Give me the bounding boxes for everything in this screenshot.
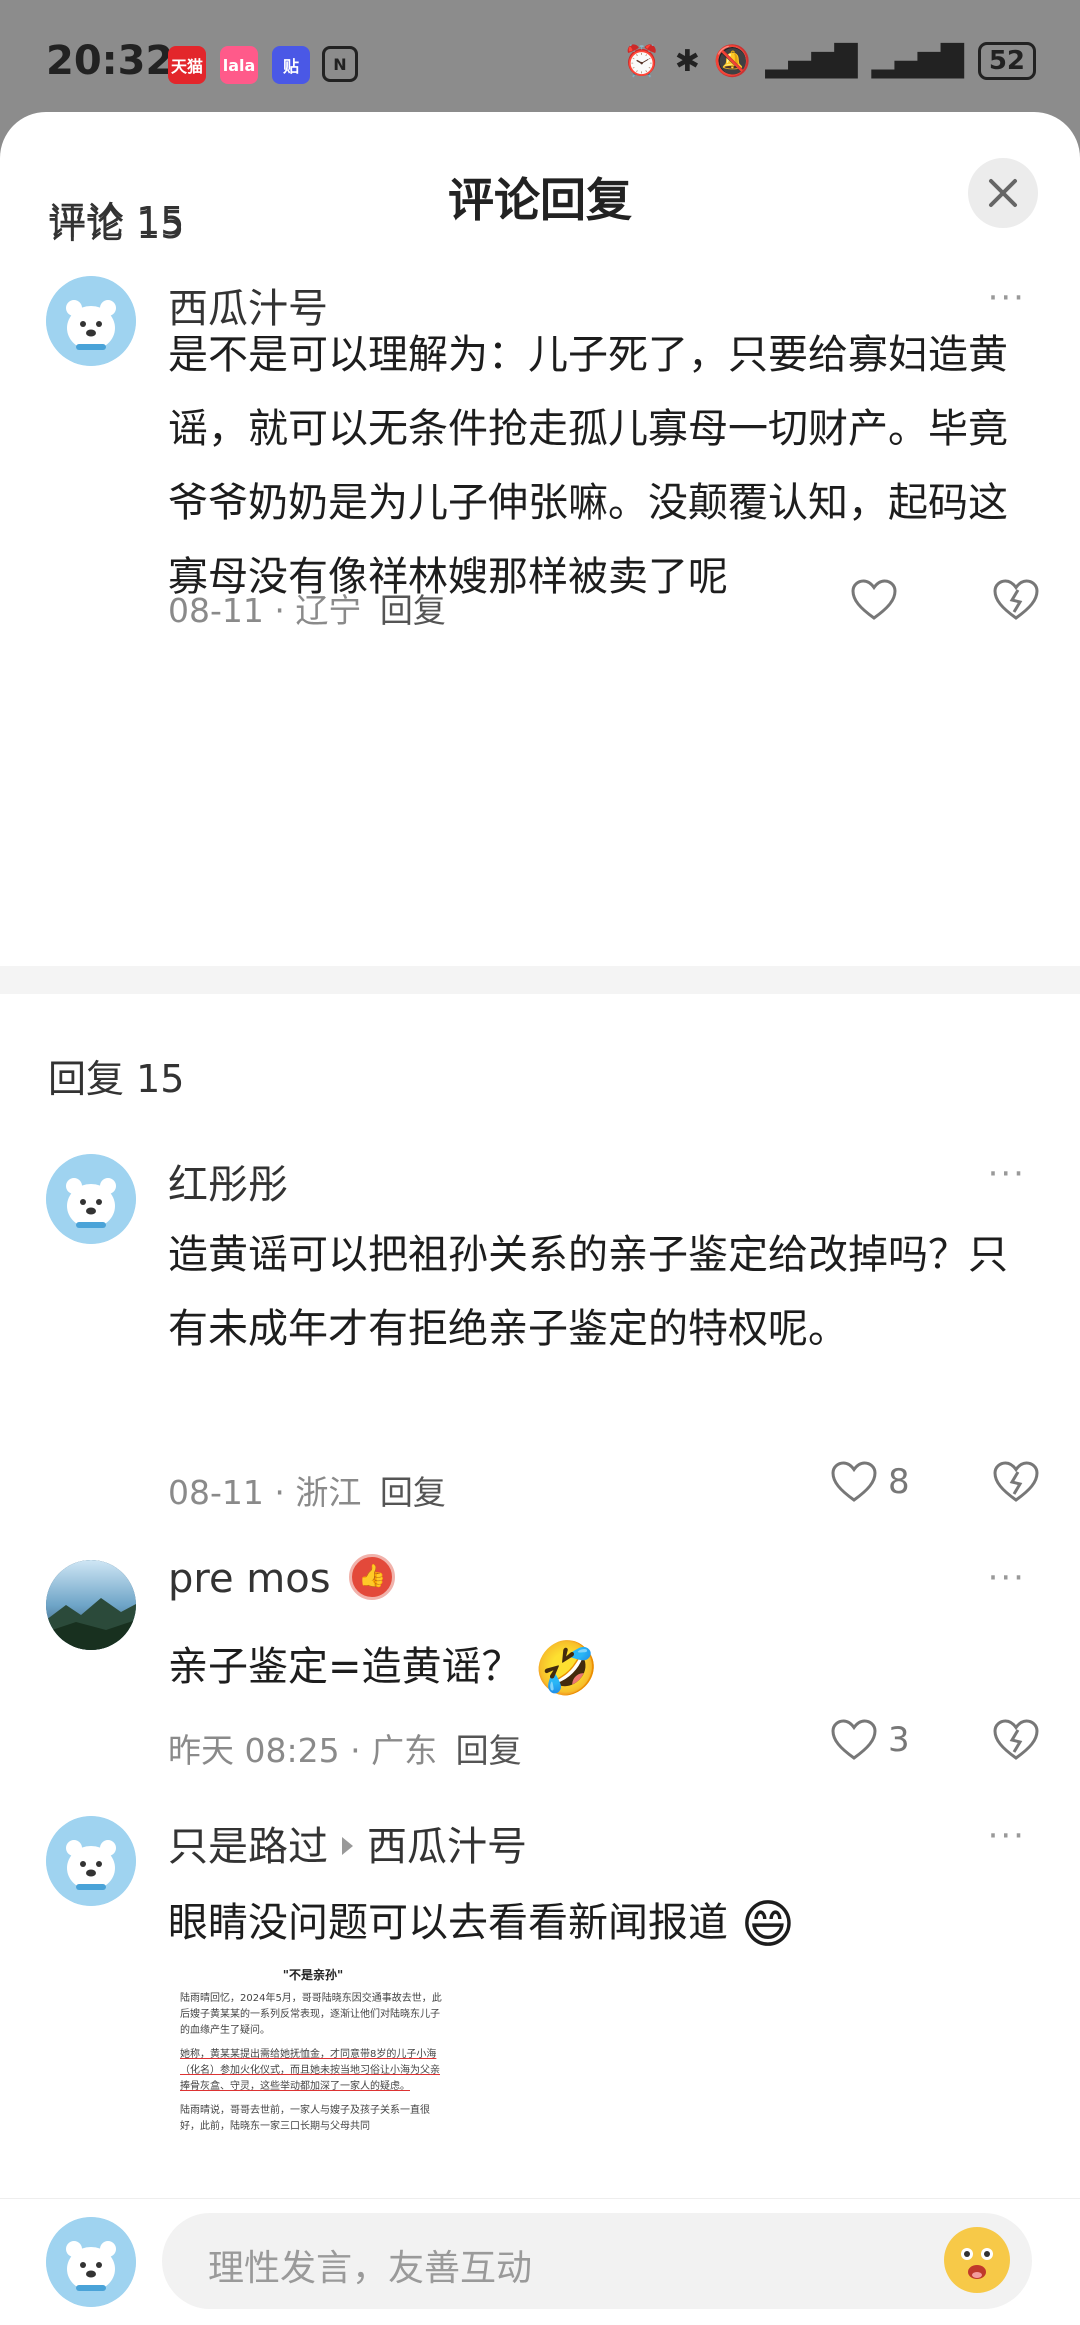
avatar[interactable] <box>46 1560 136 1650</box>
status-bar: 20:32 天猫 lala 贴 N ⏰ ✱ 🔕 ▂▄▆█ ▂▄▆█ 52 <box>0 0 1080 120</box>
avatar[interactable] <box>46 1816 136 1906</box>
polar-bear-avatar-icon <box>46 276 136 366</box>
heart-icon <box>851 579 897 620</box>
comment-date: 08-11 <box>168 591 264 630</box>
more-options-icon[interactable]: ··· <box>988 1154 1026 1194</box>
section-divider <box>0 966 1080 994</box>
article-paragraph: 陆雨晴说，哥哥去世前，一家人与嫂子及孩子关系一直很好，此前，陆晓东一家三口长期与… <box>180 2105 430 2132</box>
more-options-icon[interactable]: ··· <box>988 1816 1026 1856</box>
more-options-icon[interactable]: ··· <box>988 278 1026 318</box>
alarm-icon: ⏰ <box>623 43 661 79</box>
like-button[interactable] <box>850 578 898 622</box>
tieba-icon: 贴 <box>272 46 310 84</box>
reply-to-username[interactable]: 西瓜汁号 <box>367 1824 527 1870</box>
like-button[interactable]: 3 <box>830 1718 910 1762</box>
broken-heart-icon <box>993 1719 1039 1760</box>
heart-icon <box>831 1461 877 1502</box>
battery-icon: 52 <box>977 42 1036 80</box>
article-title: "不是亲孙" <box>282 1968 344 1982</box>
reply-location: 广东 <box>371 1731 438 1770</box>
article-paragraph: 她称，黄某某提出需给她抚恤金，才同意带8岁的儿子小海（化名）参加火化仪式，而且她… <box>180 2049 440 2092</box>
reply-link[interactable]: 回复 <box>380 1473 446 1512</box>
meta-dot: · <box>350 1731 372 1770</box>
reply-meta: 08-11 · 浙江 回复 <box>168 1466 446 1514</box>
reply-link[interactable]: 回复 <box>380 591 446 630</box>
nfc-icon: N <box>322 46 358 82</box>
reply-text: 造黄谣可以把祖孙关系的亲子鉴定给改掉吗？只有未成年才有拒绝亲子鉴定的特权呢。 <box>168 1232 1008 1352</box>
smile-emoji-icon: 😄 <box>740 1895 795 1955</box>
mute-icon: 🔕 <box>713 43 752 79</box>
emoji-button[interactable] <box>944 2227 1010 2293</box>
more-options-icon[interactable]: ··· <box>988 1558 1026 1598</box>
lala-icon: lala <box>220 46 258 84</box>
reply-username-text: 只是路过 <box>168 1824 328 1870</box>
reply-username[interactable]: 红彤彤 <box>168 1152 288 1210</box>
reply-to-arrow-icon <box>342 1837 353 1855</box>
broken-heart-icon <box>993 579 1039 620</box>
emoji-face-icon <box>946 2229 1008 2291</box>
reply-date: 08-11 <box>168 1473 264 1512</box>
broken-heart-icon <box>993 1461 1039 1502</box>
dislike-button[interactable] <box>992 578 1040 622</box>
signal2-icon: ▂▄▆█ <box>871 43 964 79</box>
reply-text: 眼睛没问题可以去看看新闻报道 😄 <box>168 1886 1008 1962</box>
rofl-emoji-icon: 🤣 <box>534 1639 599 1699</box>
dislike-button[interactable] <box>992 1460 1040 1504</box>
comments-count-label-visible: 评论 15 <box>48 199 185 243</box>
replies-count-label: 回复 15 <box>48 1057 185 1101</box>
comment-meta: 08-11 · 辽宁 回复 <box>168 584 446 632</box>
comment-composer: 理性发言，友善互动 <box>0 2198 1080 2325</box>
comment-input-placeholder: 理性发言，友善互动 <box>208 2248 533 2289</box>
close-button[interactable] <box>968 158 1038 228</box>
meta-dot: · <box>274 1473 296 1512</box>
bluetooth-icon: ✱ <box>674 43 700 79</box>
reply-meta: 昨天 08:25 · 广东 回复 <box>168 1724 522 1772</box>
meta-dot: · <box>274 591 296 630</box>
my-avatar[interactable] <box>46 2217 136 2307</box>
dislike-button[interactable] <box>992 1718 1040 1762</box>
like-button[interactable]: 8 <box>830 1460 910 1504</box>
comment-location: 辽宁 <box>295 591 362 630</box>
reply-link[interactable]: 回复 <box>456 1731 522 1770</box>
close-icon <box>989 179 1017 207</box>
reply-text-content: 亲子鉴定=造黄谣？ <box>168 1644 522 1690</box>
news-article-image[interactable]: "不是亲孙" 陆雨晴回忆，2024年5月，哥哥陆晓东因交通事故去世，此后嫂子黄某… <box>168 1960 458 2205</box>
polar-bear-avatar-icon <box>46 1816 136 1906</box>
like-count: 8 <box>888 1462 910 1502</box>
landscape-avatar-icon <box>46 1560 136 1650</box>
reply-date: 昨天 08:25 <box>168 1731 340 1770</box>
reply-location: 浙江 <box>295 1473 362 1512</box>
avatar[interactable] <box>46 276 136 366</box>
signal-icon: ▂▄▆█ <box>765 43 858 79</box>
reply-username[interactable]: pre mos 👍 <box>168 1554 396 1604</box>
like-count: 3 <box>888 1720 910 1760</box>
polar-bear-avatar-icon <box>46 1154 136 1244</box>
thumbs-up-badge-icon: 👍 <box>349 1554 396 1600</box>
tmall-icon: 天猫 <box>168 46 206 84</box>
polar-bear-avatar-icon <box>46 2217 136 2307</box>
reply-username[interactable]: 只是路过 西瓜汁号 <box>168 1814 527 1872</box>
comment-input[interactable]: 理性发言，友善互动 <box>162 2213 1032 2309</box>
status-time: 20:32 <box>46 38 174 84</box>
article-paragraph: 陆雨晴回忆，2024年5月，哥哥陆晓东因交通事故去世，此后嫂子黄某某的一系列反常… <box>180 1993 442 2036</box>
reply-text: 亲子鉴定=造黄谣？ 🤣 <box>168 1630 1008 1706</box>
comment-text: 是不是可以理解为：儿子死了，只要给寡妇造黄谣，就可以无条件抢走孤儿寡母一切财产。… <box>168 332 1008 600</box>
status-icons: ⏰ ✱ 🔕 ▂▄▆█ ▂▄▆█ 52 <box>623 42 1036 80</box>
avatar[interactable] <box>46 1154 136 1244</box>
heart-icon <box>831 1719 877 1760</box>
reply-text-content: 眼睛没问题可以去看看新闻报道 <box>168 1900 728 1946</box>
reply-username-text: pre mos <box>168 1556 331 1602</box>
